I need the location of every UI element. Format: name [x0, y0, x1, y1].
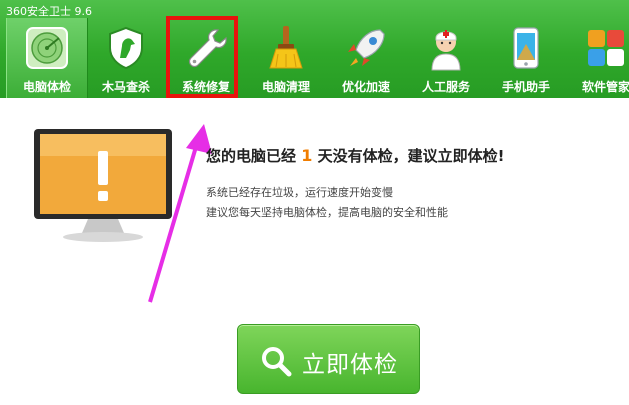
nav-item-label: 人工服务	[421, 80, 470, 94]
nav-item-checkup[interactable]: 电脑体检	[6, 18, 88, 98]
apps-icon	[588, 30, 624, 66]
status-message-1: 系统已经存在垃圾，运行速度开始变慢	[206, 186, 393, 199]
nav-item-label: 手机助手	[501, 80, 550, 94]
nav-item-speedup[interactable]: 优化加速	[326, 18, 406, 98]
nav-item-label: 电脑清理	[261, 80, 310, 94]
search-icon	[262, 347, 292, 377]
phone-icon	[513, 27, 539, 69]
radar-icon	[26, 27, 68, 69]
main-nav: 电脑体检 木马查杀 系统修复 电脑清理 优化加速 人工服务 手机助手 软件管家	[0, 18, 629, 98]
headline-end: !	[497, 147, 505, 165]
days-count: 1	[301, 146, 313, 165]
nav-item-software-manager[interactable]: 软件管家	[566, 18, 629, 98]
top-bar: 360安全卫士 9.6 电脑体检 木马查杀 系统修复 电脑清理 优化加速 人工服…	[0, 0, 629, 98]
highlight-annotation-box	[166, 16, 238, 98]
broom-icon	[269, 26, 303, 69]
check-now-label: 立即体检	[302, 352, 398, 378]
rocket-icon	[348, 29, 385, 66]
nav-item-cleanup[interactable]: 电脑清理	[246, 18, 326, 98]
check-now-button[interactable]: 立即体检	[237, 324, 420, 394]
nav-item-label: 软件管家	[581, 80, 629, 94]
support-agent-icon	[431, 30, 461, 71]
headline-prefix: 您的电脑已经	[206, 147, 297, 165]
nav-item-phone-assistant[interactable]: 手机助手	[486, 18, 566, 98]
nav-item-label: 优化加速	[341, 80, 390, 94]
app-title: 360安全卫士 9.6	[6, 5, 92, 18]
nav-item-trojan-scan[interactable]: 木马查杀	[86, 18, 166, 98]
nav-item-label: 木马查杀	[101, 80, 150, 94]
horse-shield-icon	[109, 26, 143, 70]
headline-suffix: 天没有体检，建议立即体检	[317, 147, 498, 165]
checkup-headline: 您的电脑已经 1 天没有体检，建议立即体检!	[206, 145, 504, 166]
nav-item-label: 电脑体检	[22, 80, 71, 94]
status-message-2: 建议您每天坚持电脑体检，提高电脑的安全和性能	[206, 206, 448, 219]
nav-item-manual-service[interactable]: 人工服务	[406, 18, 486, 98]
